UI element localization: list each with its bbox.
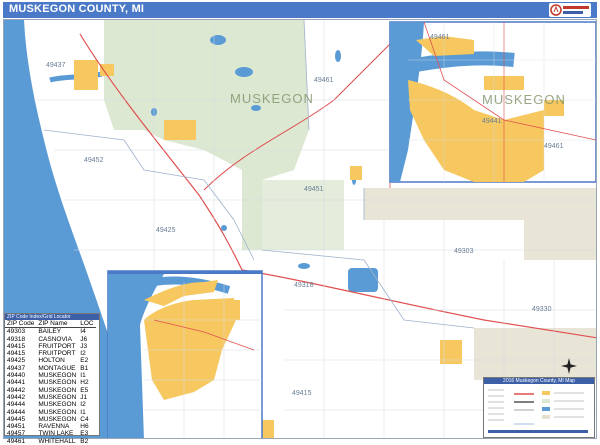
- zip-index-body: 49303 BAILEY I4 49318 CASNOVIA J6 49415 FRUITPO…: [5, 328, 96, 445]
- zip-loc-cell: I1: [80, 408, 86, 416]
- zip-label: 49451: [304, 186, 324, 193]
- zip-label: 49461: [544, 143, 564, 150]
- zip-name-cell: FRUITPORT: [38, 350, 76, 358]
- zip-loc-cell: I4: [80, 328, 86, 336]
- zip-name-cell: CASNOVIA: [38, 335, 72, 343]
- zip-code-cell: 49444: [7, 401, 26, 409]
- zip-loc-cell: I2: [80, 401, 86, 409]
- zip-label: 49425: [156, 227, 176, 234]
- zip-loc-cell: B1: [80, 364, 89, 372]
- zip-code-cell: 49451: [7, 423, 26, 431]
- muskegon-inset-lower: [107, 270, 263, 438]
- zip-code-cell: 49457: [7, 430, 26, 438]
- zip-name-cell: MUSKEGON: [38, 408, 77, 416]
- zip-index-row: 49440 MUSKEGON I1: [5, 372, 96, 379]
- zip-loc-cell: C4: [80, 415, 89, 423]
- zip-name-cell: MUSKEGON: [38, 372, 77, 380]
- zip-name-cell: MUSKEGON: [38, 415, 77, 423]
- county-label-main: MUSKEGON: [230, 91, 314, 106]
- zip-name-cell: MUSKEGON: [38, 401, 77, 409]
- zip-loc-cell: J3: [80, 342, 88, 350]
- zip-loc-cell: I1: [80, 372, 86, 380]
- zip-index-row: 49415 FRUITPORT J3: [5, 343, 96, 350]
- zip-index-row: 49442 MUSKEGON E5: [5, 387, 96, 394]
- zip-label: 49441: [482, 118, 502, 125]
- zip-loc-cell: H6: [80, 423, 89, 431]
- zip-code-cell: 49318: [7, 335, 26, 343]
- zip-name-cell: FRUITPORT: [38, 342, 76, 350]
- zip-code-cell: 49440: [7, 372, 26, 380]
- zip-index-row: 49425 HOLTON E2: [5, 357, 96, 364]
- zip-index-row: 49303 BAILEY I4: [5, 328, 96, 336]
- zip-loc-cell: E2: [80, 357, 89, 365]
- zip-code-cell: 49425: [7, 357, 26, 365]
- zip-loc-cell: E3: [80, 430, 89, 438]
- zip-index-row: 49441 MUSKEGON H2: [5, 379, 96, 386]
- zip-name-cell: RAVENNA: [38, 423, 70, 431]
- zip-code-cell: 49415: [7, 350, 26, 358]
- zip-index-row: 49442 MUSKEGON J1: [5, 394, 96, 401]
- zip-label: 49461: [314, 77, 334, 84]
- zip-index-row: 49457 TWIN LAKE E3: [5, 430, 96, 437]
- zip-code-cell: 49442: [7, 386, 26, 394]
- zip-index-row: 49445 MUSKEGON C4: [5, 416, 96, 423]
- zip-name-cell: WHITEHALL: [38, 437, 76, 445]
- zip-index-row: 49451 RAVENNA H6: [5, 423, 96, 430]
- zip-index-row: 49415 FRUITPORT I2: [5, 350, 96, 357]
- map-title: MUSKEGON COUNTY, MI: [9, 3, 145, 15]
- zip-loc-cell: J6: [80, 335, 88, 343]
- legend-symbols: [488, 389, 588, 433]
- zip-name-cell: MONTAGUE: [38, 364, 76, 372]
- zip-code-cell: 49442: [7, 393, 26, 401]
- zip-code-cell: 49415: [7, 342, 26, 350]
- zip-code-index: ZIP Code Index/Grid Locator ZIP Code ZIP…: [4, 313, 100, 445]
- zip-code-cell: 49461: [7, 437, 26, 445]
- zip-label: 49452: [84, 157, 104, 164]
- zip-label: 49303: [454, 248, 474, 255]
- zip-label: 49330: [532, 306, 552, 313]
- zip-label: 49318: [294, 282, 314, 289]
- zip-name-cell: BAILEY: [38, 328, 62, 336]
- zip-label: 49415: [292, 390, 312, 397]
- zip-loc-cell: E5: [80, 386, 89, 394]
- shaded-region: [364, 188, 596, 260]
- zip-index-table: ZIP Code ZIP Name LOC 49303 BAILEY I4 49318…: [5, 320, 96, 445]
- forest-area-2: [262, 180, 344, 250]
- zip-header-name: ZIP Name: [36, 320, 79, 329]
- zip-index-row: 49444 MUSKEGON I1: [5, 409, 96, 416]
- highway-i96: [241, 269, 596, 339]
- zip-code-cell: 49303: [7, 328, 26, 336]
- zip-index-row: 49444 MUSKEGON I2: [5, 401, 96, 408]
- zip-index-row: 49318 CASNOVIA J6: [5, 336, 96, 343]
- zip-label: 49461: [430, 34, 450, 41]
- zip-name-cell: MUSKEGON: [38, 386, 77, 394]
- zip-index-row: 49461 WHITEHALL B2: [5, 438, 96, 445]
- zip-header-loc: LOC: [78, 320, 96, 329]
- zip-name-cell: HOLTON: [38, 357, 65, 365]
- zip-header-code: ZIP Code: [5, 320, 37, 329]
- shaded-region-2: [474, 328, 596, 380]
- zip-name-cell: MUSKEGON: [38, 379, 77, 387]
- zip-index-row: 49437 MONTAGUE B1: [5, 365, 96, 372]
- title-bar: MUSKEGON COUNTY, MI: [3, 2, 597, 18]
- zip-name-cell: MUSKEGON: [38, 393, 77, 401]
- zip-code-cell: 49437: [7, 364, 26, 372]
- county-label-inset: MUSKEGON: [482, 92, 566, 107]
- zip-name-cell: TWIN LAKE: [38, 430, 74, 438]
- zip-loc-cell: B2: [80, 437, 89, 445]
- zip-loc-cell: H2: [80, 379, 89, 387]
- zip-code-cell: 49444: [7, 408, 26, 416]
- map-logo-icon: [549, 3, 591, 17]
- map-legend: 2016 Muskegon County, MI Map: [483, 377, 595, 438]
- zip-loc-cell: J1: [80, 393, 88, 401]
- zip-code-cell: 49441: [7, 379, 26, 387]
- zip-loc-cell: I2: [80, 350, 86, 358]
- zip-code-cell: 49445: [7, 415, 26, 423]
- zip-index-header-row: ZIP Code ZIP Name LOC: [5, 320, 96, 329]
- zip-label: 49437: [46, 62, 66, 69]
